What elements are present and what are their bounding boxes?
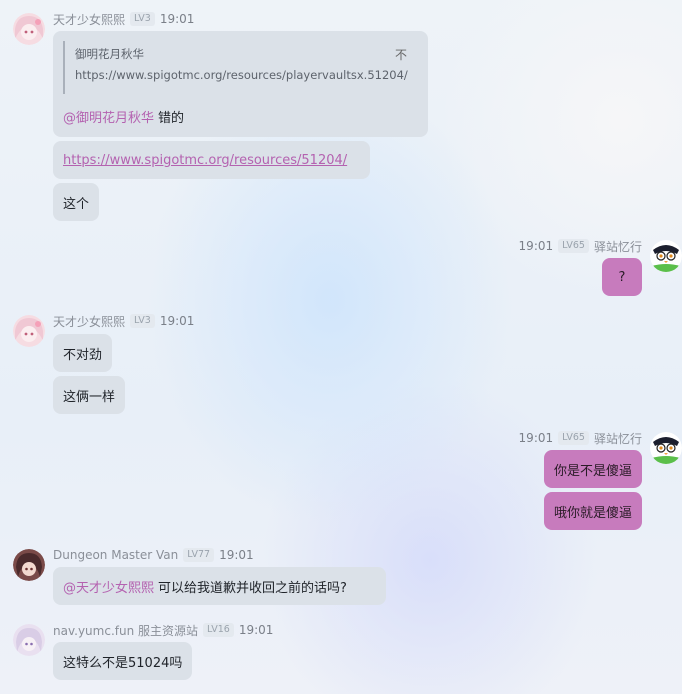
sender-name[interactable]: 天才少女熙熙 <box>53 11 125 28</box>
avatar[interactable] <box>13 13 45 45</box>
mention[interactable]: @天才少女熙熙 <box>63 577 154 596</box>
level-badge: LV65 <box>558 431 589 445</box>
mention[interactable]: @御明花月秋华 <box>63 111 154 126</box>
message-text: 错的 <box>158 111 185 126</box>
message-bubble: @天才少女熙熙 可以给我道歉并收回之前的话吗? <box>53 567 386 605</box>
message-text: 这特么不是51024吗 <box>63 655 183 671</box>
quoted-text: https://www.spigotmc.org/resources/playe… <box>75 68 408 82</box>
sender-name[interactable]: 驿站忆行 <box>594 430 642 447</box>
message-text: 你是不是傻逼 <box>553 463 632 479</box>
sender-name[interactable]: 驿站忆行 <box>594 238 642 255</box>
message-bubble-reply[interactable]: 御明花月秋华 https://www.spigotmc.org/resource… <box>53 31 428 137</box>
message-link[interactable]: https://www.spigotmc.org/resources/51204… <box>63 153 347 168</box>
message-bubble-link: https://www.spigotmc.org/resources/51204… <box>53 141 370 179</box>
timestamp: 19:01 <box>238 623 274 637</box>
message-bubble: 不对劲 <box>53 334 113 372</box>
message-text: 可以给我道歉并收回之前的话吗? <box>158 580 347 596</box>
level-badge: LV77 <box>183 548 215 562</box>
message-text: ? <box>618 269 626 285</box>
level-badge: LV16 <box>203 623 234 637</box>
level-badge: LV3 <box>130 314 155 328</box>
message-meta: 天才少女熙熙 LV3 19:01 <box>53 313 194 329</box>
message-bubble-self: 哦你就是傻逼 <box>543 492 642 530</box>
avatar[interactable] <box>13 624 45 656</box>
message-bubble: 这个 <box>53 183 100 221</box>
message-bubble-self: 你是不是傻逼 <box>543 450 642 488</box>
sender-name[interactable]: Dungeon Master Van <box>53 548 178 562</box>
message-meta: nav.yumc.fun 服主资源站 LV16 19:01 <box>53 622 273 638</box>
avatar[interactable] <box>13 549 45 581</box>
sender-name[interactable]: 天才少女熙熙 <box>53 313 125 330</box>
message-meta: Dungeon Master Van LV77 19:01 <box>53 547 254 563</box>
message-meta: 19:01 LV65 驿站忆行 <box>519 238 642 254</box>
reply-line: @御明花月秋华 错的 <box>63 107 184 126</box>
quote-close-label: 不 <box>395 48 408 62</box>
avatar[interactable] <box>650 240 682 272</box>
quoted-author: 御明花月秋华 <box>75 47 144 61</box>
timestamp: 19:01 <box>159 12 195 26</box>
timestamp: 19:01 <box>159 314 195 328</box>
timestamp: 19:01 <box>219 548 254 562</box>
message-text: 这个 <box>63 196 90 212</box>
message-bubble-self: ? <box>602 258 642 296</box>
message-bubble: 这特么不是51024吗 <box>53 642 193 680</box>
quoted-message[interactable]: 御明花月秋华 https://www.spigotmc.org/resource… <box>63 41 413 94</box>
message-meta: 天才少女熙熙 LV3 19:01 <box>53 11 194 27</box>
level-badge: LV65 <box>558 239 589 253</box>
timestamp: 19:01 <box>518 431 554 445</box>
avatar[interactable] <box>13 315 45 347</box>
avatar[interactable] <box>650 432 682 464</box>
message-bubble: 这俩一样 <box>53 376 126 414</box>
level-badge: LV3 <box>130 12 155 26</box>
message-text: 哦你就是傻逼 <box>553 505 632 521</box>
timestamp: 19:01 <box>518 239 554 253</box>
sender-name[interactable]: nav.yumc.fun 服主资源站 <box>53 622 198 639</box>
message-text: 这俩一样 <box>63 389 116 405</box>
message-text: 不对劲 <box>63 347 103 363</box>
message-meta: 19:01 LV65 驿站忆行 <box>519 430 642 446</box>
